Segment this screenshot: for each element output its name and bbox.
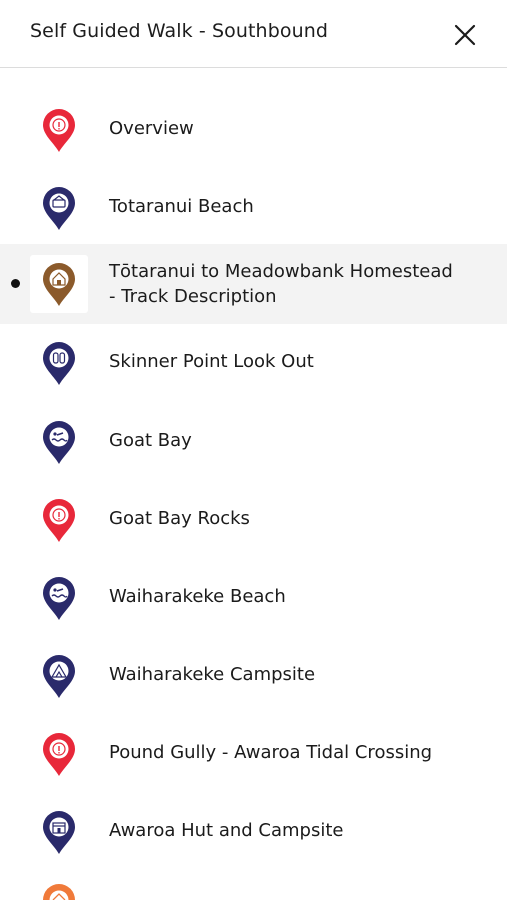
close-button[interactable]	[448, 18, 482, 52]
list-item-waiharakeke-beach[interactable]: Waiharakeke Beach	[0, 558, 507, 634]
page-title: Self Guided Walk - Southbound	[30, 20, 329, 42]
swim-pin-icon	[43, 577, 75, 620]
hut-pin-icon	[43, 811, 75, 854]
list-item-partial[interactable]	[0, 870, 507, 900]
list-item-waiharakeke-campsite[interactable]: Waiharakeke Campsite	[0, 636, 507, 712]
item-label: Waiharakeke Campsite	[109, 664, 316, 685]
info-pin-icon	[43, 733, 75, 776]
list-item-totaranui-meadowbank[interactable]: Tōtaranui to Meadowbank Homestead - Trac…	[0, 244, 507, 324]
list-item-awaroa-hut[interactable]: Awaroa Hut and Campsite	[0, 792, 507, 868]
app-header: Self Guided Walk - Southbound	[0, 0, 507, 68]
swim-pin-icon	[43, 421, 75, 464]
item-label: Goat Bay Rocks	[109, 508, 250, 529]
homestead-pin-icon	[43, 263, 75, 306]
close-icon	[454, 24, 476, 46]
list-item-goat-bay-rocks[interactable]: Goat Bay Rocks	[0, 480, 507, 556]
item-label: Skinner Point Look Out	[109, 351, 314, 372]
item-label: Overview	[109, 118, 194, 139]
current-item-marker	[11, 279, 20, 288]
list-item-overview[interactable]: Overview	[0, 90, 507, 166]
item-label: Waiharakeke Beach	[109, 586, 286, 607]
list-item-skinner-point[interactable]: Skinner Point Look Out	[0, 324, 507, 400]
item-label: Goat Bay	[109, 430, 192, 451]
lookout-pin-icon	[43, 342, 75, 385]
item-label: Pound Gully - Awaroa Tidal Crossing	[109, 742, 433, 763]
item-label: Awaroa Hut and Campsite	[109, 820, 344, 841]
item-label-line2: - Track Description	[109, 286, 277, 307]
list-item-pound-gully[interactable]: Pound Gully - Awaroa Tidal Crossing	[0, 714, 507, 790]
list-item-totaranui-beach[interactable]: Totaranui Beach	[0, 168, 507, 244]
list-item-goat-bay[interactable]: Goat Bay	[0, 402, 507, 478]
campsite-pin-icon	[43, 655, 75, 698]
info-pin-icon	[43, 109, 75, 152]
home-pin-icon	[43, 884, 75, 900]
item-label-line1: Tōtaranui to Meadowbank Homestead	[109, 261, 453, 282]
item-label: Totaranui Beach	[109, 196, 254, 217]
beach-pin-icon	[43, 187, 75, 230]
info-pin-icon	[43, 499, 75, 542]
